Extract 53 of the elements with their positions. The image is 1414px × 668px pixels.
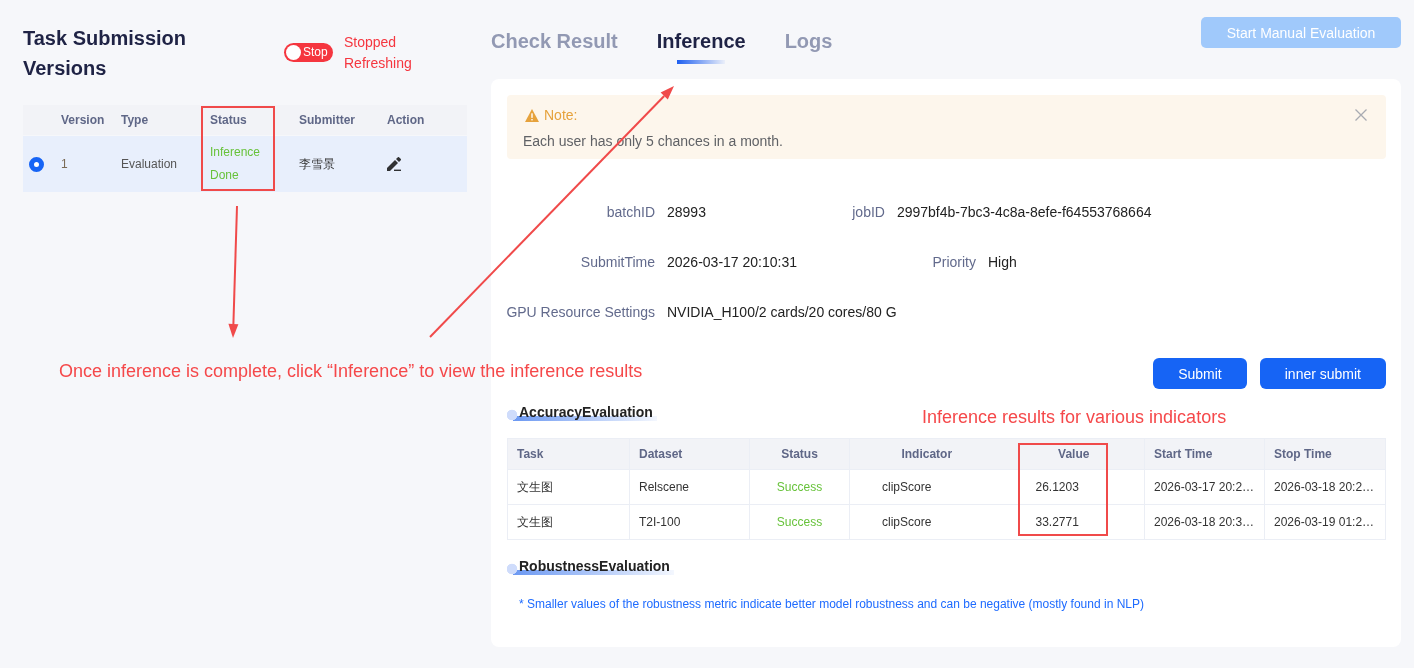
table-cell: 2026-03-18 20:3…: [1144, 504, 1265, 540]
field-value: 28993: [667, 203, 706, 222]
column-header: Indicator: [849, 438, 1004, 470]
column-header: Status: [210, 113, 247, 127]
inner-submit-button[interactable]: inner submit: [1259, 358, 1386, 389]
field-label: batchID: [606, 203, 655, 222]
column-header: Type: [121, 113, 149, 127]
table-cell: T2I-100: [629, 504, 750, 540]
submit-button[interactable]: Submit: [1153, 358, 1247, 389]
field-value: NVIDIA_H100/2 cards/20 cores/80 G: [667, 303, 897, 322]
field-value: 2997bf4b-7bc3-4c8a-8efe-f64553768664: [896, 203, 1152, 222]
column-header: Status: [749, 438, 850, 470]
panel-title: Task Submission Versions: [23, 26, 187, 81]
radio-button[interactable]: [29, 156, 44, 172]
status-text: Success: [749, 469, 850, 505]
table-cell: 文生图: [507, 469, 630, 505]
field-label: SubmitTime: [580, 253, 655, 272]
note-title: Note:: [544, 106, 578, 125]
table-cell: Evaluation: [121, 157, 178, 171]
table-cell: 26.1203: [1003, 469, 1145, 505]
tab[interactable]: Check Result: [491, 29, 618, 64]
warning-icon: [525, 108, 539, 122]
field-label: GPU Resource Settings: [506, 303, 655, 322]
refresh-toggle[interactable]: Stop: [284, 43, 333, 62]
column-header: Dataset: [629, 438, 750, 470]
column-header: Submitter: [299, 113, 355, 127]
field-value: High: [988, 253, 1017, 272]
table-cell: 33.2771: [1003, 504, 1145, 540]
status-text: Inference Done: [210, 144, 262, 184]
pencil-icon[interactable]: [387, 157, 401, 171]
table-cell: 李雪景: [299, 156, 335, 171]
column-header: Start Time: [1144, 438, 1265, 470]
column-header: Stop Time: [1264, 438, 1386, 470]
annotation-text: Once inference is complete, click “Inference” to view the inference results: [59, 360, 643, 383]
table-cell: 1: [61, 157, 68, 171]
field-label: Priority: [932, 253, 976, 272]
column-header: Value: [1003, 438, 1145, 470]
column-header: Task: [507, 438, 630, 470]
column-header: Action: [387, 113, 425, 127]
column-header: Version: [61, 113, 105, 127]
footnote-text: * Smaller values of the robustness metric indicate better model robustness and can be negative (mostly found in NLP): [518, 596, 1145, 612]
status-text: Success: [749, 504, 850, 540]
table-cell: 2026-03-17 20:2…: [1144, 469, 1265, 505]
table-row[interactable]: 1 Evaluation Inference Done 李雪景: [23, 136, 467, 192]
tab[interactable]: Logs: [784, 29, 833, 64]
table-cell: 文生图: [507, 504, 630, 540]
annotation-text: Inference results for various indicators: [922, 406, 1227, 429]
field-label: jobID: [852, 203, 885, 222]
table-cell: 2026-03-19 01:2…: [1264, 504, 1386, 540]
field-value: 2026-03-17 20:10:31: [667, 253, 797, 272]
refresh-status: Stopped Refreshing: [344, 33, 413, 73]
table-cell: Relscene: [629, 469, 750, 505]
table-cell: 2026-03-18 20:2…: [1264, 469, 1386, 505]
